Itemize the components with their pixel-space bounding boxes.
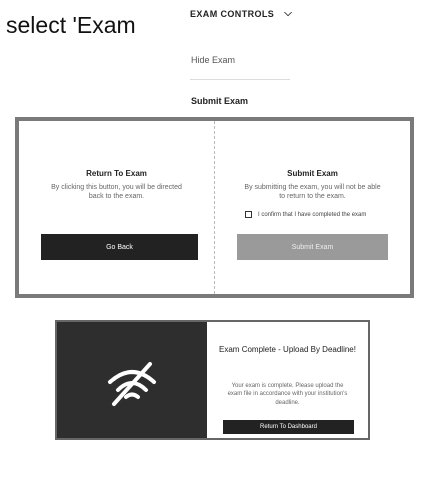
confirm-row: I confirm that I have completed the exam bbox=[245, 211, 366, 218]
submit-exam-pane: Submit Exam By submitting the exam, you … bbox=[215, 121, 410, 294]
submit-exam-title: Submit Exam bbox=[287, 169, 338, 178]
return-to-exam-title: Return To Exam bbox=[86, 169, 147, 178]
confirm-checkbox-label: I confirm that I have completed the exam bbox=[258, 211, 367, 218]
confirm-checkbox[interactable] bbox=[245, 211, 252, 218]
wifi-off-icon bbox=[108, 362, 156, 406]
submit-exam-text: By submitting the exam, you will not be … bbox=[244, 184, 381, 201]
chevron-down-icon: ⌵ bbox=[284, 8, 292, 19]
offline-panel bbox=[57, 322, 207, 438]
submit-exam-menu-item[interactable]: Submit Exam bbox=[191, 96, 248, 106]
submit-exam-modal: Return To Exam By clicking this button, … bbox=[15, 117, 414, 298]
exam-controls-toggle[interactable]: EXAM CONTROLS ⌵ bbox=[190, 8, 292, 19]
hide-exam-menu-item[interactable]: Hide Exam bbox=[191, 55, 235, 65]
return-to-dashboard-button[interactable]: Return To Dashboard bbox=[223, 420, 354, 434]
exam-complete-text: Your exam is complete. Please upload the… bbox=[227, 383, 348, 406]
submit-exam-button[interactable]: Submit Exam bbox=[237, 234, 388, 260]
exam-complete-title: Exam Complete - Upload By Deadline! bbox=[219, 345, 356, 354]
go-back-button[interactable]: Go Back bbox=[41, 234, 198, 260]
return-to-exam-text: By clicking this button, you will be dir… bbox=[51, 184, 182, 201]
exam-complete-content: Exam Complete - Upload By Deadline! Your… bbox=[207, 322, 368, 438]
menu-divider bbox=[190, 79, 290, 80]
exam-controls-label: EXAM CONTROLS bbox=[190, 8, 275, 19]
return-to-exam-pane: Return To Exam By clicking this button, … bbox=[19, 121, 215, 294]
exam-complete-card: Exam Complete - Upload By Deadline! Your… bbox=[55, 320, 370, 440]
instruction-text: select 'Exam bbox=[6, 12, 136, 38]
